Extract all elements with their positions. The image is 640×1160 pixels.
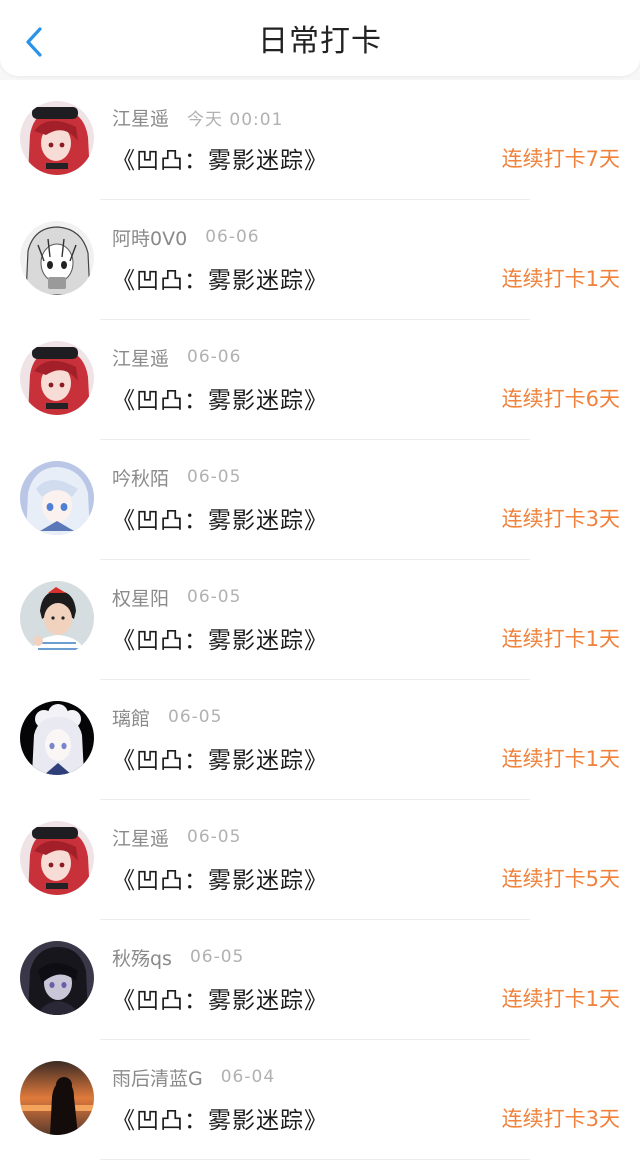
post-time: 06-05: [187, 467, 242, 487]
checkin-item[interactable]: 权星阳 06-05 《凹凸：雾影迷踪》 连续打卡1天: [0, 560, 640, 680]
game-title[interactable]: 《凹凸：雾影迷踪》: [112, 621, 328, 655]
checkin-item[interactable]: 秋殇qs 06-05 《凹凸：雾影迷踪》 连续打卡1天: [0, 920, 640, 1040]
post-time: 06-06: [205, 227, 260, 247]
checkin-item[interactable]: 璃館 06-05 《凹凸：雾影迷踪》 连续打卡1天: [0, 680, 640, 800]
post-time: 06-06: [187, 347, 242, 367]
streak-label: 连续打卡1天: [501, 987, 620, 1011]
post-time: 06-05: [187, 587, 242, 607]
post-time: 今天 00:01: [187, 109, 284, 130]
post-time: 06-05: [189, 947, 245, 967]
avatar[interactable]: [20, 1061, 94, 1135]
checkin-item[interactable]: 吟秋陌 06-05 《凹凸：雾影迷踪》 连续打卡3天: [0, 440, 640, 560]
post-time: 06-05: [168, 707, 223, 727]
avatar[interactable]: [20, 341, 94, 415]
checkin-item[interactable]: 江星遥 06-06 《凹凸：雾影迷踪》 连续打卡6天: [0, 320, 640, 440]
avatar-dark-hair-icon: [20, 941, 94, 1015]
game-title[interactable]: 《凹凸：雾影迷踪》: [112, 861, 328, 895]
user-name[interactable]: 雨后清蓝G: [112, 1064, 203, 1091]
checkin-item[interactable]: 江星遥 今天 00:01 《凹凸：雾影迷踪》 连续打卡7天: [0, 80, 640, 200]
user-name[interactable]: 吟秋陌: [112, 464, 169, 491]
checkin-item[interactable]: 雨后清蓝G 06-04 《凹凸：雾影迷踪》 连续打卡3天: [0, 1040, 640, 1160]
user-name[interactable]: 江星遥: [112, 104, 169, 131]
user-name[interactable]: 权星阳: [112, 584, 169, 611]
streak-label: 连续打卡1天: [501, 267, 620, 291]
user-name[interactable]: 江星遥: [112, 824, 169, 851]
avatar[interactable]: [20, 701, 94, 775]
streak-label: 连续打卡3天: [501, 1107, 620, 1131]
checkin-list: 江星遥 今天 00:01 《凹凸：雾影迷踪》 连续打卡7天 阿時0V0 06-0…: [0, 80, 640, 1160]
avatar-boy-photo-icon: [20, 581, 94, 655]
page-title: 日常打卡: [258, 24, 382, 59]
avatar-red-hair-icon: [20, 101, 94, 175]
game-title[interactable]: 《凹凸：雾影迷踪》: [112, 141, 328, 175]
checkin-item[interactable]: 江星遥 06-05 《凹凸：雾影迷踪》 连续打卡5天: [0, 800, 640, 920]
streak-label: 连续打卡1天: [501, 627, 620, 651]
checkin-item[interactable]: 阿時0V0 06-06 《凹凸：雾影迷踪》 连续打卡1天: [0, 200, 640, 320]
avatar[interactable]: [20, 941, 94, 1015]
avatar-white-girl-dark-icon: [20, 701, 94, 775]
user-name[interactable]: 璃館: [112, 704, 150, 731]
avatar[interactable]: [20, 581, 94, 655]
post-time: 06-05: [187, 827, 242, 847]
game-title[interactable]: 《凹凸：雾影迷踪》: [112, 1101, 328, 1135]
user-name[interactable]: 江星遥: [112, 344, 169, 371]
avatar-silver-hair-icon: [20, 461, 94, 535]
streak-label: 连续打卡5天: [501, 867, 620, 891]
avatar[interactable]: [20, 461, 94, 535]
user-name[interactable]: 阿時0V0: [112, 224, 187, 251]
avatar[interactable]: [20, 101, 94, 175]
top-bar: 日常打卡: [0, 0, 640, 76]
streak-label: 连续打卡1天: [501, 747, 620, 771]
game-title[interactable]: 《凹凸：雾影迷踪》: [112, 261, 328, 295]
avatar-red-hair-icon: [20, 821, 94, 895]
avatar[interactable]: [20, 221, 94, 295]
avatar[interactable]: [20, 821, 94, 895]
game-title[interactable]: 《凹凸：雾影迷踪》: [112, 381, 328, 415]
streak-label: 连续打卡3天: [501, 507, 620, 531]
game-title[interactable]: 《凹凸：雾影迷踪》: [112, 981, 328, 1015]
game-title[interactable]: 《凹凸：雾影迷踪》: [112, 741, 328, 775]
avatar-sunset-silhouette-icon: [20, 1061, 94, 1135]
avatar-manga-girl-icon: [20, 221, 94, 295]
user-name[interactable]: 秋殇qs: [112, 944, 172, 971]
avatar-red-hair-icon: [20, 341, 94, 415]
game-title[interactable]: 《凹凸：雾影迷踪》: [112, 501, 328, 535]
streak-label: 连续打卡7天: [501, 147, 620, 171]
streak-label: 连续打卡6天: [501, 387, 620, 411]
post-time: 06-04: [220, 1067, 276, 1087]
